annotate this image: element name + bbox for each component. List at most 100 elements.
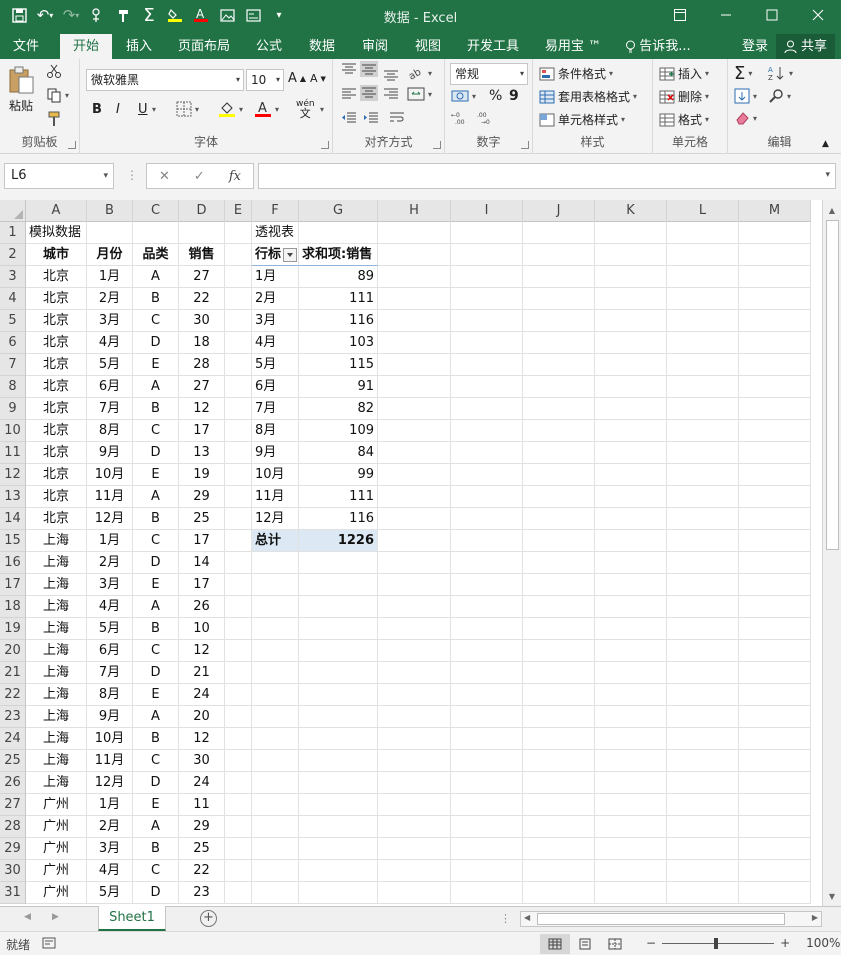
underline-dropdown[interactable]: ▾ — [152, 105, 156, 114]
row-header-20[interactable]: 20 — [0, 640, 25, 662]
cell-g26[interactable] — [299, 772, 378, 794]
tab-page-layout[interactable]: 页面布局 — [172, 34, 236, 59]
cell-b13[interactable]: 11月 — [87, 486, 133, 508]
cell-h13[interactable] — [378, 486, 451, 508]
cell-m8[interactable] — [739, 376, 811, 398]
column-header-a[interactable]: A — [26, 200, 87, 222]
vertical-scrollbar[interactable]: ▲ ▼ — [822, 200, 841, 906]
cell-l26[interactable] — [667, 772, 739, 794]
cell-f25[interactable] — [252, 750, 299, 772]
cell-l25[interactable] — [667, 750, 739, 772]
cell-e28[interactable] — [225, 816, 252, 838]
cell-h15[interactable] — [378, 530, 451, 552]
zoom-level[interactable]: 100% — [806, 936, 840, 950]
cell-e23[interactable] — [225, 706, 252, 728]
cell-g30[interactable] — [299, 860, 378, 882]
row-header-4[interactable]: 4 — [0, 288, 25, 310]
italic-button[interactable]: I — [116, 102, 120, 117]
cell-c1[interactable] — [133, 222, 179, 244]
row-header-11[interactable]: 11 — [0, 442, 25, 464]
cell-f4[interactable]: 2月 — [252, 288, 299, 310]
cell-m10[interactable] — [739, 420, 811, 442]
cell-b4[interactable]: 2月 — [87, 288, 133, 310]
cell-j3[interactable] — [523, 266, 595, 288]
cell-f24[interactable] — [252, 728, 299, 750]
cell-b3[interactable]: 1月 — [87, 266, 133, 288]
align-bottom-icon[interactable] — [383, 67, 399, 81]
row-header-7[interactable]: 7 — [0, 354, 25, 376]
tab-yiyongbao[interactable]: 易用宝 ™ — [538, 34, 608, 59]
cell-e6[interactable] — [225, 332, 252, 354]
cell-l10[interactable] — [667, 420, 739, 442]
cell-f30[interactable] — [252, 860, 299, 882]
cell-d26[interactable]: 24 — [179, 772, 225, 794]
cell-e2[interactable] — [225, 244, 252, 266]
cell-f23[interactable] — [252, 706, 299, 728]
cell-f5[interactable]: 3月 — [252, 310, 299, 332]
copy-icon[interactable]: ▾ — [46, 87, 69, 103]
cell-h24[interactable] — [378, 728, 451, 750]
cell-j13[interactable] — [523, 486, 595, 508]
cell-g21[interactable] — [299, 662, 378, 684]
cell-f3[interactable]: 1月 — [252, 266, 299, 288]
cell-g11[interactable]: 84 — [299, 442, 378, 464]
cell-b25[interactable]: 11月 — [87, 750, 133, 772]
row-header-30[interactable]: 30 — [0, 860, 25, 882]
cell-m28[interactable] — [739, 816, 811, 838]
cell-k14[interactable] — [595, 508, 667, 530]
cell-k5[interactable] — [595, 310, 667, 332]
cell-i5[interactable] — [451, 310, 523, 332]
cell-l18[interactable] — [667, 596, 739, 618]
shrink-font-icon[interactable]: A ▼ — [310, 72, 326, 85]
cell-d23[interactable]: 20 — [179, 706, 225, 728]
cell-i6[interactable] — [451, 332, 523, 354]
cell-d29[interactable]: 25 — [179, 838, 225, 860]
cell-b1[interactable] — [87, 222, 133, 244]
format-painter-icon[interactable] — [46, 111, 62, 127]
cell-a4[interactable]: 北京 — [26, 288, 87, 310]
minimize-icon[interactable] — [703, 0, 749, 30]
cell-h28[interactable] — [378, 816, 451, 838]
cell-g6[interactable]: 103 — [299, 332, 378, 354]
cell-d30[interactable]: 22 — [179, 860, 225, 882]
sheet-tab-sheet1[interactable]: Sheet1 — [98, 906, 166, 931]
column-header-b[interactable]: B — [87, 200, 133, 222]
column-header-c[interactable]: C — [133, 200, 179, 222]
cell-l12[interactable] — [667, 464, 739, 486]
cell-f20[interactable] — [252, 640, 299, 662]
cell-g8[interactable]: 91 — [299, 376, 378, 398]
cell-a11[interactable]: 北京 — [26, 442, 87, 464]
cell-l6[interactable] — [667, 332, 739, 354]
cell-b12[interactable]: 10月 — [87, 464, 133, 486]
cell-c26[interactable]: D — [133, 772, 179, 794]
cell-l7[interactable] — [667, 354, 739, 376]
cell-d14[interactable]: 25 — [179, 508, 225, 530]
cell-b20[interactable]: 6月 — [87, 640, 133, 662]
cell-i4[interactable] — [451, 288, 523, 310]
enter-icon[interactable]: ✓ — [194, 169, 205, 184]
tab-review[interactable]: 审阅 — [354, 34, 396, 59]
cell-i11[interactable] — [451, 442, 523, 464]
cell-l1[interactable] — [667, 222, 739, 244]
cell-h1[interactable] — [378, 222, 451, 244]
horizontal-scrollbar[interactable]: ◀ ▶ — [520, 911, 822, 927]
cell-d3[interactable]: 27 — [179, 266, 225, 288]
percent-format-button[interactable]: % — [489, 88, 502, 104]
cell-k16[interactable] — [595, 552, 667, 574]
cell-f2[interactable]: 行标 — [252, 244, 299, 266]
cell-d16[interactable]: 14 — [179, 552, 225, 574]
cell-j12[interactable] — [523, 464, 595, 486]
cell-b2[interactable]: 月份 — [87, 244, 133, 266]
cell-k25[interactable] — [595, 750, 667, 772]
cell-k23[interactable] — [595, 706, 667, 728]
cell-l8[interactable] — [667, 376, 739, 398]
cell-l22[interactable] — [667, 684, 739, 706]
cell-a20[interactable]: 上海 — [26, 640, 87, 662]
cell-c14[interactable]: B — [133, 508, 179, 530]
cell-g23[interactable] — [299, 706, 378, 728]
zoom-in-button[interactable]: + — [780, 936, 790, 950]
cell-b17[interactable]: 3月 — [87, 574, 133, 596]
cell-c21[interactable]: D — [133, 662, 179, 684]
cell-f8[interactable]: 6月 — [252, 376, 299, 398]
cell-c7[interactable]: E — [133, 354, 179, 376]
